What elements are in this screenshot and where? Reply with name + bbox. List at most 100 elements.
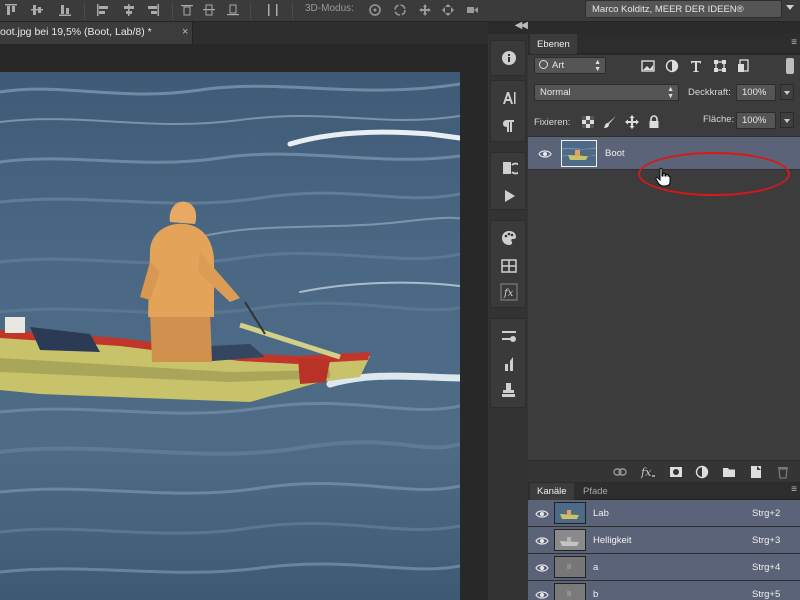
panel-menu-icon[interactable]: ≡: [791, 484, 797, 495]
shape-filter-icon[interactable]: [713, 59, 727, 73]
dock-group-text: [490, 80, 526, 142]
3d-rotate-icon[interactable]: [368, 3, 382, 17]
channel-shortcut: Strg+3: [752, 535, 781, 546]
new-group-icon[interactable]: [722, 465, 736, 479]
new-layer-icon[interactable]: [749, 465, 763, 479]
channel-row-a[interactable]: a Strg+4: [528, 554, 800, 581]
image-filter-icon[interactable]: [641, 59, 655, 73]
fill-input[interactable]: 100%: [736, 112, 776, 129]
layers-panel-footer: fx: [528, 460, 800, 482]
distribute-top-icon[interactable]: [180, 3, 194, 17]
tab-channels[interactable]: Kanäle: [530, 483, 574, 500]
document-canvas-photo[interactable]: [0, 72, 460, 600]
hand-cursor-icon: [655, 167, 671, 187]
tab-paths[interactable]: Pfade: [576, 483, 615, 500]
character-icon[interactable]: [500, 89, 518, 107]
layers-panel: Art ▲ ▼ Normal ▲ ▼ Deckkraft: 100% Fixiere…: [528, 55, 800, 460]
eye-visibility-icon[interactable]: [535, 536, 549, 546]
opacity-dropdown-icon[interactable]: [780, 84, 794, 100]
channel-row-lab[interactable]: Lab Strg+2: [528, 500, 800, 527]
layer-filter-kind-select[interactable]: Art ▲ ▼: [534, 57, 606, 74]
align-bottom-edges-icon[interactable]: [58, 3, 72, 17]
align-left-edges-icon[interactable]: [96, 3, 110, 17]
panel-menu-icon[interactable]: ≡: [791, 37, 797, 48]
eye-visibility-icon[interactable]: [538, 149, 552, 159]
lock-position-icon[interactable]: [625, 115, 639, 129]
styles-fx-icon[interactable]: fx: [500, 283, 518, 301]
channel-row-helligkeit[interactable]: Helligkeit Strg+3: [528, 527, 800, 554]
dock-group-info: [490, 40, 526, 76]
adjustment-filter-icon[interactable]: [665, 59, 679, 73]
workspace-switcher[interactable]: Marco Kolditz, MEER DER IDEEN®: [585, 0, 782, 18]
workspace-dropdown-icon[interactable]: [786, 5, 794, 10]
document-tab[interactable]: oot.jpg bei 19,5% (Boot, Lab/8) * ×: [0, 22, 193, 44]
history-icon[interactable]: [500, 159, 518, 177]
paragraph-icon[interactable]: [500, 117, 518, 135]
dock-collapse-bar[interactable]: ◀◀: [488, 20, 528, 34]
lock-image-icon[interactable]: [603, 115, 617, 129]
delete-layer-icon[interactable]: [776, 465, 790, 479]
panels-column: Ebenen ≡ Art ▲ ▼ Normal ▲ ▼ Deckkraft: 100…: [528, 22, 800, 600]
channel-thumbnail: [554, 529, 586, 551]
align-right-edges-icon[interactable]: [146, 3, 160, 17]
new-adjustment-icon[interactable]: [695, 465, 709, 479]
layer-filter-kind-value: Art: [552, 60, 565, 71]
opacity-input[interactable]: 100%: [736, 84, 776, 101]
eye-visibility-icon[interactable]: [535, 590, 549, 600]
panel-dock-strip: ◀◀ fx: [488, 20, 528, 600]
spinner-arrows-icon: ▲ ▼: [594, 59, 601, 73]
distribute-horizontal-icon[interactable]: [266, 3, 280, 17]
3d-roll-icon[interactable]: [393, 3, 407, 17]
align-horizontal-centers-icon[interactable]: [122, 3, 136, 17]
close-icon[interactable]: ×: [182, 26, 188, 38]
channel-name: a: [593, 562, 599, 573]
lock-all-icon[interactable]: [647, 115, 661, 129]
filter-toggle-icon[interactable]: [786, 58, 794, 74]
eye-visibility-icon[interactable]: [535, 509, 549, 519]
add-mask-icon[interactable]: [669, 465, 683, 479]
dock-group-history: [490, 152, 526, 210]
fx-icon[interactable]: fx: [641, 465, 655, 479]
spinner-arrows-icon: ▲ ▼: [667, 86, 674, 100]
align-top-edges-icon[interactable]: [4, 3, 18, 17]
3d-mode-label: 3D-Modus:: [305, 3, 354, 14]
channel-row-b[interactable]: b Strg+5: [528, 581, 800, 600]
channel-shortcut: Strg+2: [752, 508, 781, 519]
actions-play-icon[interactable]: [500, 187, 518, 205]
document-tab-bar: oot.jpg bei 19,5% (Boot, Lab/8) * ×: [0, 22, 488, 44]
brush-presets-icon[interactable]: [500, 355, 518, 373]
distribute-vertical-centers-icon[interactable]: [202, 3, 216, 17]
channel-name: Helligkeit: [593, 535, 632, 546]
info-icon[interactable]: [500, 49, 518, 67]
eye-visibility-icon[interactable]: [535, 563, 549, 573]
type-filter-icon[interactable]: [689, 59, 703, 73]
svg-text:fx: fx: [503, 288, 514, 299]
dock-group-tools: [490, 318, 526, 408]
swatches-icon[interactable]: [500, 257, 518, 275]
fill-dropdown-icon[interactable]: [780, 112, 794, 128]
tool-presets-icon[interactable]: [500, 327, 518, 345]
3d-pan-icon[interactable]: [418, 3, 432, 17]
align-vertical-centers-icon[interactable]: [30, 3, 44, 17]
layer-thumbnail[interactable]: [561, 140, 597, 167]
smartobject-filter-icon[interactable]: [737, 59, 751, 73]
tab-layers[interactable]: Ebenen: [530, 34, 577, 54]
color-palette-icon[interactable]: [500, 229, 518, 247]
options-bar: 3D-Modus: Marco Kolditz, MEER DER IDEEN®: [0, 0, 800, 22]
document-tab-title: oot.jpg bei 19,5% (Boot, Lab/8) *: [0, 26, 152, 38]
lock-label: Fixieren:: [534, 117, 571, 128]
distribute-bottom-icon[interactable]: [226, 3, 240, 17]
blend-mode-value: Normal: [540, 87, 571, 98]
opacity-label: Deckkraft:: [688, 87, 731, 98]
search-icon: [539, 60, 548, 69]
link-layers-icon[interactable]: [613, 465, 627, 479]
fill-label: Fläche:: [703, 114, 735, 125]
svg-text:fx: fx: [641, 466, 652, 479]
collapse-arrows-icon[interactable]: ◀◀: [515, 20, 528, 31]
channel-name: b: [593, 589, 599, 600]
3d-scale-icon[interactable]: [465, 3, 479, 17]
blend-mode-select[interactable]: Normal ▲ ▼: [534, 84, 679, 101]
clone-source-icon[interactable]: [500, 381, 518, 399]
3d-slide-icon[interactable]: [441, 3, 455, 17]
lock-transparent-icon[interactable]: [581, 115, 595, 129]
